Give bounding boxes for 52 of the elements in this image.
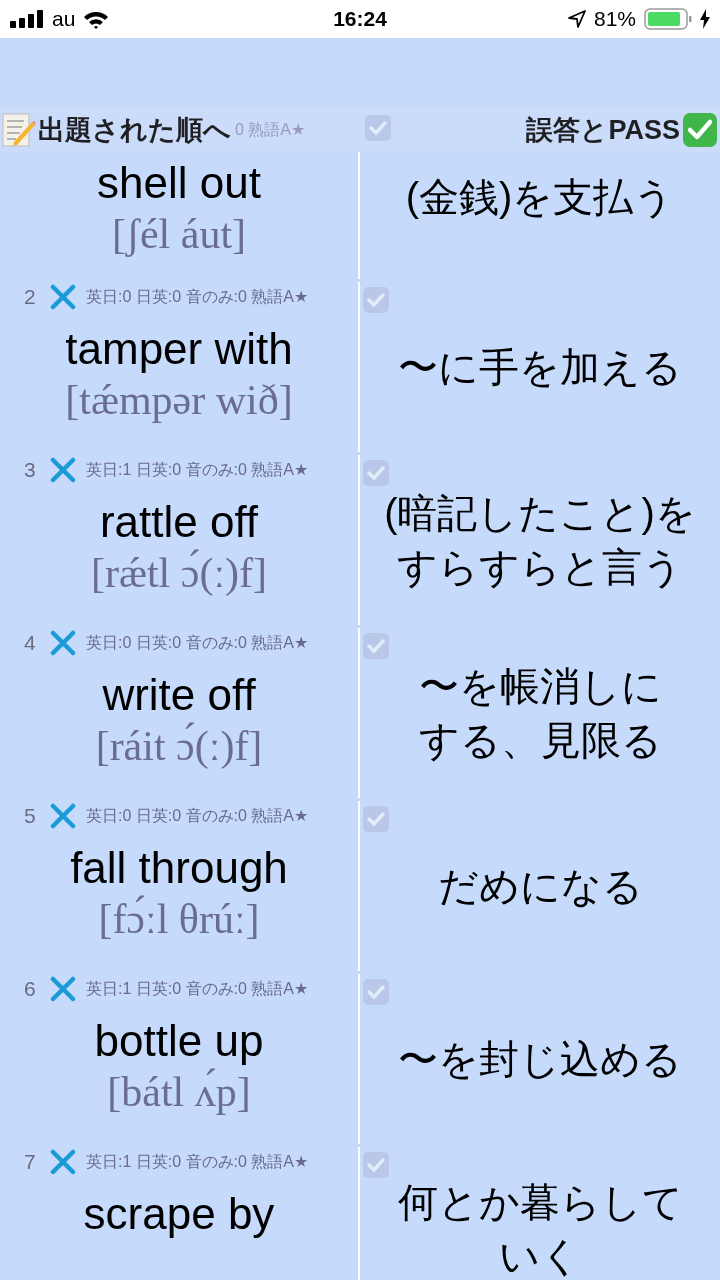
checkbox[interactable] [362, 459, 390, 487]
row-number: 3 [24, 458, 37, 482]
checkbox[interactable] [362, 286, 390, 314]
pronunciation: [rǽtl ɔ́(ː)f] [90, 549, 268, 597]
row-number: 5 [24, 804, 37, 828]
japanese-meaning: 〜に手を加える [398, 344, 682, 391]
english-phrase: rattle off [99, 497, 259, 547]
checkbox[interactable] [362, 978, 390, 1006]
row-number: 6 [24, 977, 37, 1001]
check-mark-icon [682, 112, 718, 148]
english-phrase: write off [102, 670, 256, 720]
english-phrase: fall through [70, 843, 288, 893]
japanese-meaning: (金銭)を支払う [405, 174, 675, 221]
pronunciation: [fɔ́ːl θrúː] [98, 895, 260, 943]
location-icon [567, 10, 586, 28]
memo-icon [2, 112, 36, 148]
row-stats: 英日:1 日英:0 音のみ:0 熟語A★ [86, 978, 309, 999]
japanese-meaning: 何とか暮らして いく [397, 1179, 683, 1280]
clock-time: 16:24 [333, 7, 387, 30]
row-number: 7 [24, 1150, 37, 1174]
charging-icon [700, 9, 710, 29]
japanese-meaning: (暗記したこと)を すらすらと言う [384, 490, 696, 591]
english-phrase: tamper with [65, 324, 293, 374]
carrier-name: au [52, 7, 76, 31]
japanese-meaning: 〜を封じ込める [398, 1036, 682, 1083]
row-stats: 英日:0 日英:0 音のみ:0 熟語A★ [86, 632, 309, 653]
battery-percentage: 81% [593, 7, 636, 31]
row-number: 2 [24, 285, 37, 309]
order-asked-button[interactable]: 出題された順へ [0, 112, 233, 148]
row-stats: 英日:0 日英:0 音のみ:0 熟語A★ [86, 286, 309, 307]
english-phrase: scrape by [83, 1189, 275, 1239]
row-stats: 英日:1 日英:0 音のみ:0 熟語A★ [86, 1151, 309, 1172]
japanese-meaning: だめになる [437, 863, 643, 910]
pronunciation: [bátl ʌ́p] [107, 1068, 251, 1116]
checkbox[interactable] [362, 1151, 390, 1179]
signal-icon [10, 10, 44, 28]
battery-icon [644, 8, 692, 30]
japanese-meaning: 〜を帳消しに する、見限る [418, 663, 662, 764]
english-phrase: shell out [97, 158, 261, 208]
row-stats: 英日:0 日英:0 音のみ:0 熟語A★ [86, 805, 309, 826]
wifi-icon [83, 9, 110, 29]
wrong-and-pass-button[interactable]: 誤答とPASS [524, 112, 720, 148]
checkbox[interactable] [362, 632, 390, 660]
checkbox[interactable] [364, 114, 392, 142]
row-stats: 英日:1 日英:0 音のみ:0 熟語A★ [86, 459, 309, 480]
pronunciation: [ráit ɔ́(ː)f] [95, 722, 263, 770]
english-phrase: bottle up [94, 1016, 264, 1066]
pronunciation: [ʃél áut] [111, 210, 247, 258]
pronunciation: [tǽmpər wið] [65, 376, 293, 424]
checkbox[interactable] [362, 805, 390, 833]
row-number: 4 [24, 631, 37, 655]
row-stats: 0 熟語A★ [235, 119, 305, 140]
